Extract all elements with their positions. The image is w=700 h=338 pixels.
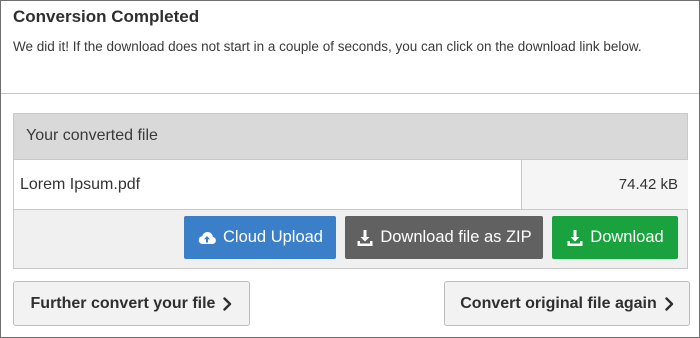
download-icon [567, 229, 583, 246]
panel-header-label: Your converted file [26, 127, 158, 144]
status-message: We did it! If the download does not star… [13, 39, 642, 54]
chevron-right-icon [665, 296, 673, 311]
cloud-upload-icon [198, 231, 216, 244]
file-row: Lorem Ipsum.pdf 74.42 kB [14, 160, 688, 210]
cloud-upload-button[interactable]: Cloud Upload [184, 216, 336, 259]
further-convert-button[interactable]: Further convert your file [13, 281, 250, 326]
download-zip-label: Download file as ZIP [380, 228, 532, 246]
panel-header: Your converted file [14, 114, 687, 160]
file-size: 74.42 kB [618, 176, 678, 193]
further-convert-label: Further convert your file [30, 294, 216, 312]
page-title: Conversion Completed [13, 7, 200, 26]
chevron-right-icon [223, 296, 232, 311]
download-icon [357, 229, 373, 246]
cloud-upload-label: Cloud Upload [223, 228, 323, 246]
download-label: Download [590, 228, 664, 246]
download-zip-button[interactable]: Download file as ZIP [345, 216, 543, 259]
convert-again-button[interactable]: Convert original file again [444, 281, 690, 326]
file-size-cell: 74.42 kB [521, 160, 688, 209]
divider [1, 93, 699, 94]
conversion-dialog: Conversion Completed We did it! If the d… [0, 0, 700, 338]
file-name: Lorem Ipsum.pdf [20, 176, 141, 193]
download-button[interactable]: Download [552, 216, 678, 259]
converted-file-panel: Your converted file Lorem Ipsum.pdf 74.4… [13, 113, 688, 269]
convert-again-label: Convert original file again [460, 294, 657, 312]
